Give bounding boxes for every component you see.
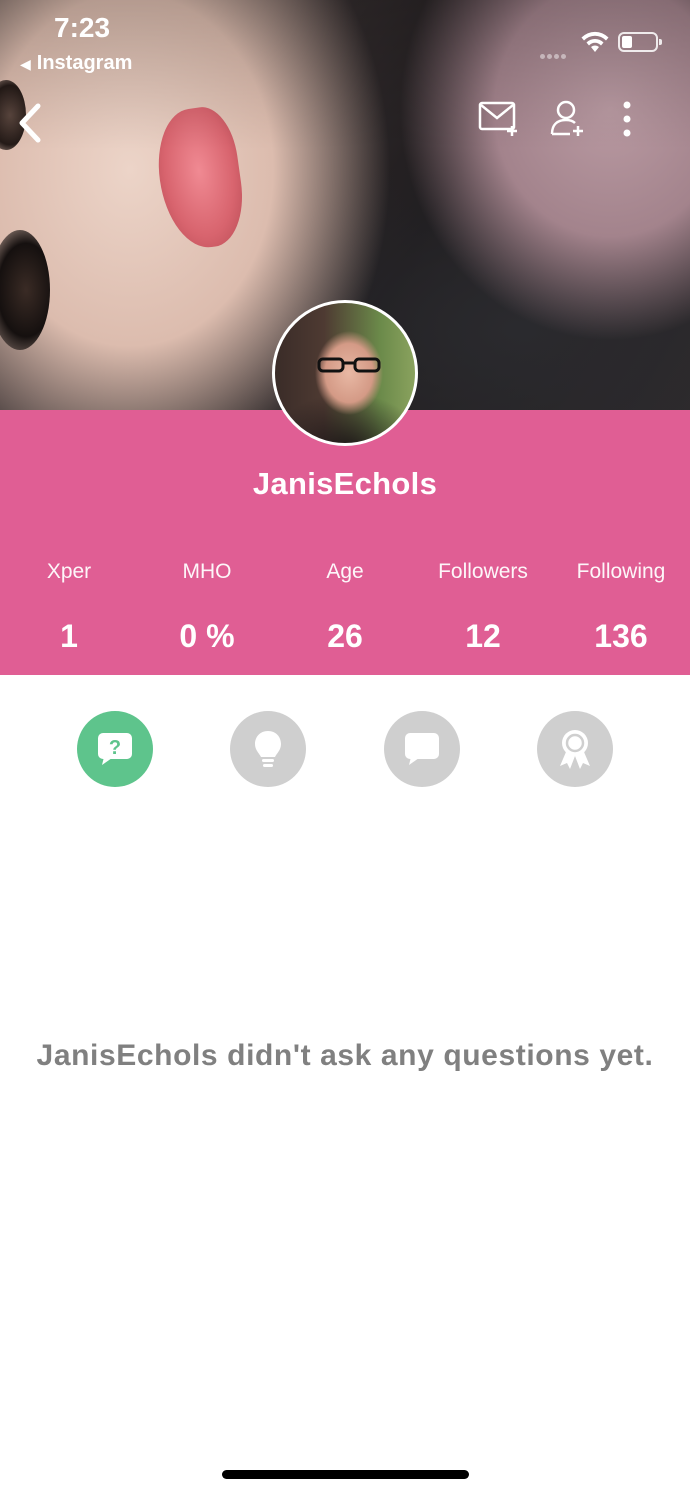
empty-state-message: JanisEchols didn't ask any questions yet… bbox=[36, 1039, 654, 1072]
wifi-icon bbox=[581, 31, 609, 52]
home-indicator bbox=[222, 1470, 469, 1479]
avatar[interactable] bbox=[272, 300, 418, 446]
stat-label: Following bbox=[576, 560, 666, 583]
tab-badges[interactable] bbox=[537, 711, 613, 787]
status-back-app-label: Instagram bbox=[36, 52, 133, 74]
tab-questions[interactable]: ? bbox=[77, 711, 153, 787]
award-ribbon-icon bbox=[560, 730, 590, 769]
stat-label: Followers bbox=[438, 560, 528, 583]
stat-followers[interactable]: Followers 12 bbox=[414, 560, 552, 655]
more-options-icon[interactable] bbox=[616, 100, 638, 138]
send-message-icon[interactable] bbox=[478, 100, 520, 138]
status-back-to-app[interactable]: ◀ Instagram bbox=[20, 52, 132, 75]
stat-value: 26 bbox=[327, 618, 363, 654]
stat-age: Age 26 bbox=[276, 560, 414, 655]
back-arrow-icon[interactable] bbox=[14, 100, 50, 146]
stat-mho[interactable]: MHO 0 % bbox=[138, 560, 276, 655]
follow-user-icon[interactable] bbox=[548, 98, 586, 138]
stat-value: 1 bbox=[60, 618, 78, 654]
speech-bubble-icon bbox=[405, 733, 439, 765]
stat-value: 12 bbox=[465, 618, 501, 654]
battery-icon bbox=[618, 32, 662, 52]
svg-text:?: ? bbox=[109, 737, 121, 759]
stat-label: Xper bbox=[46, 560, 92, 583]
back-triangle-icon: ◀ bbox=[20, 56, 31, 72]
cellular-signal-icon bbox=[540, 46, 568, 64]
stat-label: Age bbox=[326, 560, 364, 583]
cover-photo-detail bbox=[0, 230, 50, 350]
tab-tips[interactable] bbox=[230, 711, 306, 787]
stat-xper[interactable]: Xper 1 bbox=[0, 560, 138, 655]
tab-opinions[interactable] bbox=[384, 711, 460, 787]
avatar-glasses-detail bbox=[317, 357, 381, 373]
stat-value: 0 % bbox=[179, 618, 235, 654]
stat-following[interactable]: Following 136 bbox=[552, 560, 690, 655]
stat-value: 136 bbox=[594, 618, 648, 654]
stat-label: MHO bbox=[182, 560, 232, 583]
question-bubble-icon: ? bbox=[98, 733, 132, 765]
profile-username: JanisEchols bbox=[252, 466, 438, 501]
lightbulb-icon bbox=[255, 731, 281, 767]
status-time: 7:23 bbox=[54, 12, 111, 43]
